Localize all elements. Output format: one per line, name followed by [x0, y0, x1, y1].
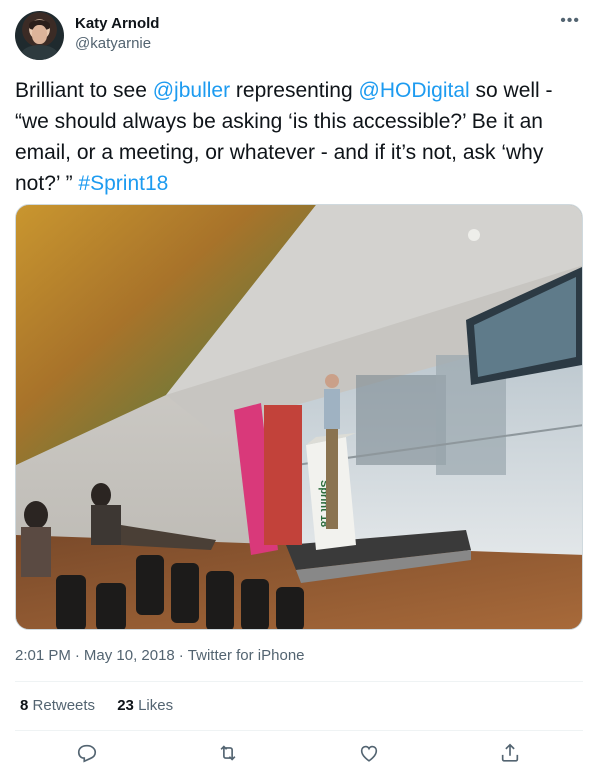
tweet-time[interactable]: 2:01 PM: [15, 647, 71, 664]
retweets-stat[interactable]: 8 Retweets: [20, 697, 95, 714]
retweet-button[interactable]: [217, 742, 243, 768]
author-name[interactable]: Katy Arnold: [75, 15, 159, 33]
tweet-stats: 8 Retweets 23 Likes: [20, 697, 191, 715]
hashtag-link-sprint18[interactable]: #Sprint18: [78, 172, 168, 195]
avatar[interactable]: [15, 11, 64, 60]
mention-link-hodigital[interactable]: @HODigital: [359, 79, 470, 102]
tweet-text: Brilliant to see @jbuller representing @…: [15, 75, 583, 199]
tweet-date[interactable]: May 10, 2018: [84, 647, 175, 664]
reply-icon: [77, 744, 97, 763]
like-button[interactable]: [358, 742, 384, 768]
divider: [15, 681, 583, 682]
more-options-icon[interactable]: •••: [560, 12, 580, 30]
likes-stat[interactable]: 23 Likes: [117, 697, 173, 714]
tweet-text-segment: representing: [230, 79, 359, 102]
share-button[interactable]: [499, 742, 525, 768]
tweet-source[interactable]: Twitter for iPhone: [188, 647, 305, 664]
avatar-shoulders: [21, 45, 58, 60]
meta-separator: ·: [178, 647, 184, 664]
action-bar: [0, 742, 598, 768]
divider: [15, 730, 583, 731]
retweets-label: Retweets: [32, 697, 96, 714]
share-icon: [501, 743, 519, 762]
conference-photo-icon: Sprint 18: [16, 205, 582, 629]
avatar-face: [32, 25, 47, 44]
mention-link-jbuller[interactable]: @jbuller: [153, 79, 230, 102]
retweet-icon: [220, 745, 236, 761]
retweets-count: 8: [20, 697, 29, 714]
tweet-photo[interactable]: Sprint 18: [15, 204, 583, 630]
tweet-text-segment: Brilliant to see: [15, 79, 153, 102]
meta-separator: ·: [74, 647, 80, 664]
like-icon: [360, 745, 378, 762]
likes-count: 23: [117, 697, 134, 714]
tweet-meta: 2:01 PM · May 10, 2018 · Twitter for iPhone: [15, 647, 305, 665]
likes-label: Likes: [138, 697, 174, 714]
reply-button[interactable]: [76, 742, 102, 768]
author-handle[interactable]: @katyarnie: [75, 35, 151, 53]
